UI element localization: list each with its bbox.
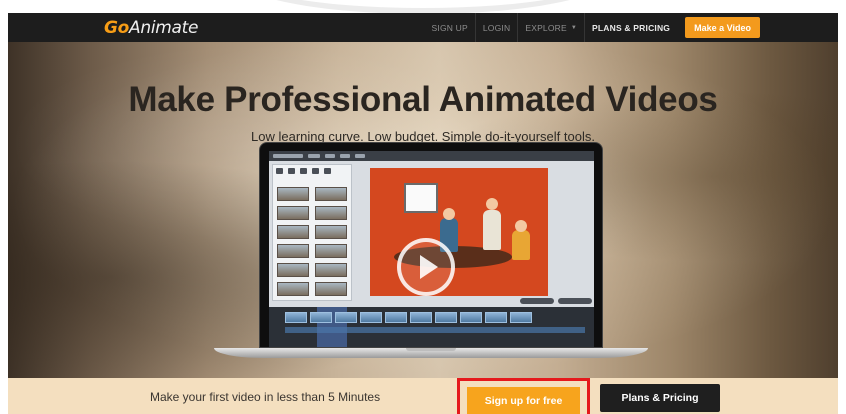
watermark-band — [0, 0, 846, 14]
play-icon[interactable] — [397, 238, 455, 296]
top-navbar: GoAnimate SIGN UP LOGIN EXPLORE ▼ PLANS &… — [8, 13, 838, 42]
cta-strip: Make your first video in less than 5 Min… — [8, 378, 838, 414]
character-2 — [483, 210, 501, 250]
nav-sign-up[interactable]: SIGN UP — [425, 13, 475, 42]
chevron-down-icon: ▼ — [570, 24, 578, 31]
watermark-logo — [236, 0, 610, 14]
plans-pricing-button[interactable]: Plans & Pricing — [600, 384, 720, 412]
nav-menu: SIGN UP LOGIN EXPLORE ▼ PLANS & PRICING M… — [425, 13, 760, 42]
editor-stage — [370, 168, 548, 296]
asset-category-icons — [273, 165, 351, 177]
signup-highlight-box: Sign up for free — [457, 378, 590, 414]
laptop-notch — [406, 348, 456, 351]
character-3 — [512, 230, 530, 260]
editor-toolbar — [269, 151, 594, 161]
logo-go: Go — [104, 18, 130, 38]
logo-animate: Animate — [129, 18, 199, 38]
scene-controls — [370, 298, 592, 304]
cta-strip-text: Make your first video in less than 5 Min… — [150, 390, 381, 404]
nav-explore[interactable]: EXPLORE ▼ — [517, 13, 584, 42]
nav-plans-pricing[interactable]: PLANS & PRICING — [584, 13, 677, 42]
nav-explore-label: EXPLORE — [525, 22, 567, 33]
editor-timeline — [269, 307, 594, 347]
make-a-video-button[interactable]: Make a Video — [685, 17, 760, 38]
goanimate-logo[interactable]: GoAnimate — [104, 18, 198, 38]
browser-page: GoAnimate SIGN UP LOGIN EXPLORE ▼ PLANS &… — [8, 13, 838, 414]
hero-title: Make Professional Animated Videos — [128, 80, 718, 119]
whiteboard-illustration — [404, 183, 438, 213]
sign-up-for-free-button[interactable]: Sign up for free — [467, 387, 580, 414]
nav-login[interactable]: LOGIN — [474, 13, 517, 42]
asset-thumbnails — [277, 187, 347, 296]
editor-asset-panel — [272, 164, 352, 301]
